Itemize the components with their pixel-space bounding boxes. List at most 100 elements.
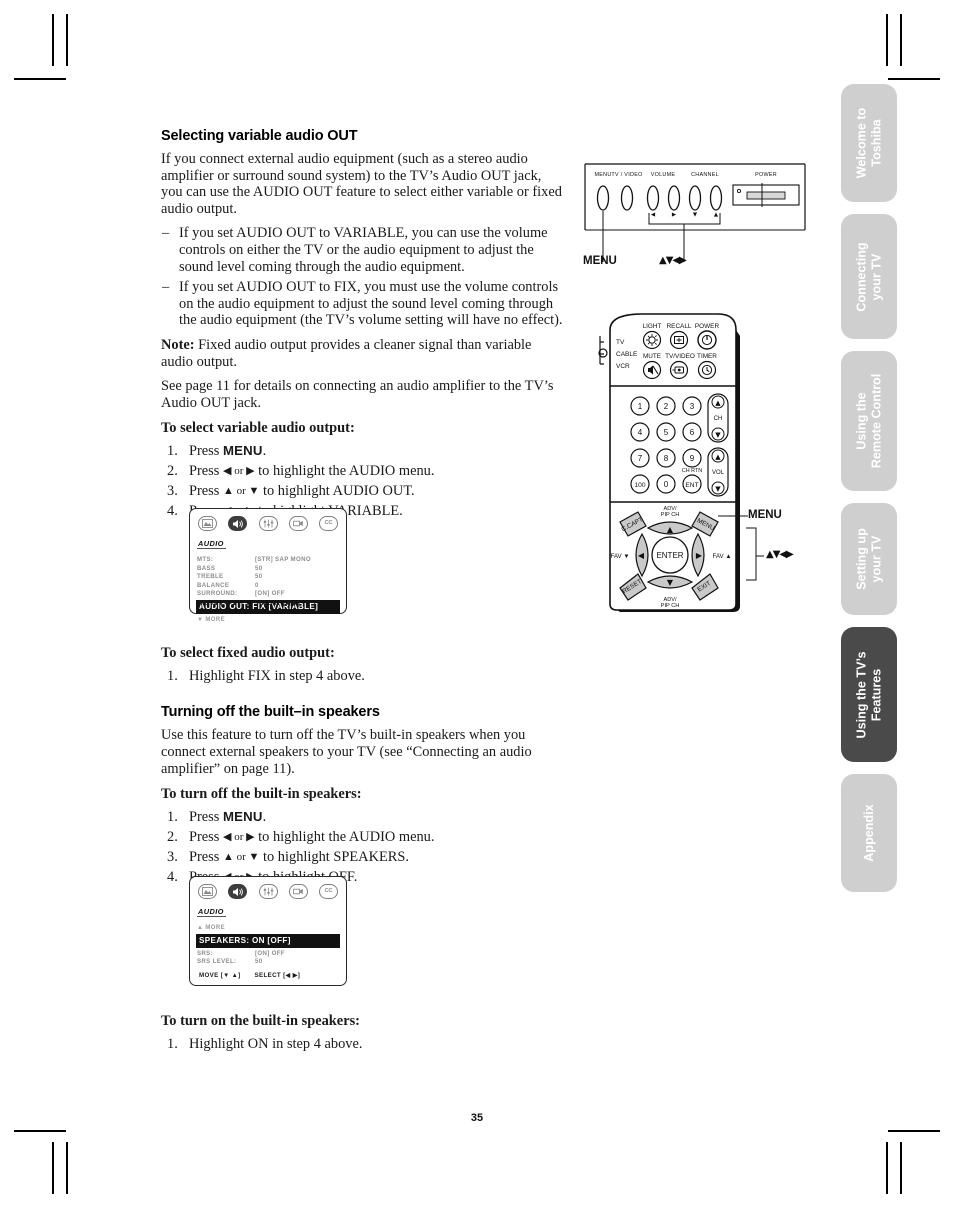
svg-text:1: 1 (638, 402, 643, 411)
step-item: 2. Press ◀ or ▶ to highlight the AUDIO me… (161, 827, 565, 847)
sidebar-tab-connecting[interactable]: Connecting your TV (841, 214, 897, 339)
osd-title: AUDIO (197, 907, 226, 917)
svg-text:PIP CH: PIP CH (661, 512, 680, 518)
tv-panel-arrows-callout: ▲▼◀▶ (659, 255, 687, 266)
osd-row-label: SURROUND: (197, 590, 238, 598)
setup-icon[interactable] (288, 516, 308, 531)
svg-text:▲: ▲ (667, 525, 674, 534)
settings-icon[interactable] (258, 884, 278, 899)
svg-text:PIP CH: PIP CH (661, 603, 680, 609)
osd-row-value: 50 (255, 573, 263, 581)
section-heading-variable-audio: Selecting variable audio OUT (161, 128, 358, 144)
svg-text:TIMER: TIMER (697, 353, 717, 360)
crop-mark-tl-v2 (66, 14, 68, 66)
step-text-after: to highlight SPEAKERS. (259, 849, 409, 866)
tab-line-2: Toshiba (869, 119, 883, 167)
sidebar-tab-label: Connecting your TV (855, 242, 884, 311)
crop-mark-tl-v (52, 14, 54, 66)
tv-panel-menu-callout: MENU (583, 255, 617, 267)
section-heading-speakers: Turning off the built–in speakers (161, 704, 380, 721)
svg-text:▶: ▶ (696, 551, 703, 560)
osd-row-label: BASS (197, 564, 216, 572)
svg-text:ENT: ENT (685, 482, 698, 489)
sidebar-tab-remote-control[interactable]: Using the Remote Control (841, 351, 897, 491)
osd-row[interactable]: MTS: [STR] SAP MONO (196, 556, 340, 565)
osd-row[interactable]: SURROUND: [ON] OFF (196, 590, 340, 599)
closed-caption-icon[interactable]: CC (319, 516, 338, 531)
step-item: 2. Press ◀ or ▶ to highlight the AUDIO me… (161, 461, 565, 481)
step-number: 1. (167, 443, 178, 460)
setup-icon[interactable] (288, 884, 308, 899)
step-number: 1. (167, 809, 178, 826)
svg-text:POWER: POWER (695, 323, 720, 330)
svg-text:0: 0 (664, 480, 669, 489)
step-item: 1. Highlight FIX in step 4 above. (161, 666, 565, 686)
svg-text:CABLE: CABLE (616, 351, 638, 358)
sidebar-tab-appendix[interactable]: Appendix (841, 774, 897, 892)
svg-text:9: 9 (690, 454, 695, 463)
procedure-heading-fixed-audio: To select fixed audio output: (161, 645, 335, 662)
step-number: 1. (167, 668, 178, 685)
bullet-item: – If you set AUDIO OUT to FIX, you must … (161, 279, 565, 329)
step-text-pre: Press (189, 443, 223, 460)
osd-row-label: MTS: (197, 556, 214, 563)
svg-text:FAV ▼: FAV ▼ (610, 553, 629, 560)
step-item: 1. Press MENU. (161, 441, 565, 461)
note-text: Fixed audio output provides a cleaner si… (161, 336, 532, 370)
osd-row[interactable]: BALANCE 0 (196, 582, 340, 591)
step-text-pre: Press (189, 809, 223, 826)
svg-text:RECALL: RECALL (667, 323, 692, 330)
osd-row-list: ▲ MORE SPEAKERS: ON [OFF] SRS: [ON] OFF … (196, 924, 340, 967)
svg-text:8: 8 (664, 454, 669, 463)
osd-more-indicator[interactable]: ▼ MORE (196, 616, 340, 625)
osd-row[interactable]: TREBLE 50 (196, 573, 340, 582)
audio-icon[interactable] (228, 884, 248, 899)
step-text-post: . (262, 809, 267, 826)
audio-icon[interactable] (228, 516, 248, 531)
picture-icon[interactable] (198, 884, 217, 899)
svg-text:TV: TV (616, 339, 625, 346)
crop-mark-tr-v2 (886, 14, 888, 66)
sidebar-tab-tv-features[interactable]: Using the TV’s Features (841, 627, 897, 762)
tab-line-1: Appendix (861, 804, 876, 862)
sidebar-tab-setting-up[interactable]: Setting up your TV (841, 503, 897, 615)
sidebar-tab-label: Appendix (862, 804, 877, 861)
settings-icon[interactable] (258, 516, 278, 531)
variable-audio-bullets: – If you set AUDIO OUT to VARIABLE, you … (161, 225, 565, 329)
section-tabs: Welcome to Toshiba Connecting your TV Us… (841, 84, 897, 904)
picture-icon[interactable] (198, 516, 217, 531)
svg-text:▲: ▲ (714, 212, 719, 218)
menu-key-label: MENU (222, 443, 263, 459)
osd-row-value: 50 (255, 958, 263, 966)
tab-line-1: Connecting (854, 241, 869, 312)
svg-text:◀: ◀ (638, 551, 645, 560)
osd-row[interactable]: SRS: [ON] OFF (196, 950, 340, 959)
bullet-item: – If you set AUDIO OUT to VARIABLE, you … (161, 225, 565, 275)
osd-highlighted-row[interactable]: SPEAKERS: ON [OFF] (196, 934, 340, 949)
osd-row-list: MTS: [STR] SAP MONO BASS 50 TREBLE 50 BA… (196, 556, 340, 625)
tab-line-1: Setting up (854, 528, 869, 590)
crop-mark-br-v (900, 1142, 902, 1194)
sidebar-tab-label: Setting up your TV (855, 528, 884, 590)
osd-row-label: TREBLE (197, 573, 224, 581)
see-also-paragraph: See page 11 for details on connecting an… (161, 378, 554, 411)
closed-caption-icon[interactable]: CC (319, 884, 338, 899)
sidebar-tab-welcome[interactable]: Welcome to Toshiba (841, 84, 897, 202)
svg-text:CHANNEL: CHANNEL (691, 172, 719, 178)
sidebar-tab-label: Using the Remote Control (855, 374, 884, 468)
tab-line-1: Using the (854, 392, 869, 450)
osd-row-label: SRS LEVEL: (197, 958, 237, 966)
remote-arrows-callout: ▲▼◀▶ (766, 549, 794, 560)
step-number: 3. (167, 483, 178, 500)
arrow-glyphs: ◀ or ▶ (222, 831, 255, 844)
osd-row[interactable]: SRS LEVEL: 50 (196, 958, 340, 967)
osd-more-indicator[interactable]: ▲ MORE (196, 924, 340, 933)
svg-text:FAV ▲: FAV ▲ (712, 553, 731, 560)
step-text-before: Press (189, 829, 223, 846)
menu-key-label: MENU (222, 809, 263, 825)
osd-footer-select: SELECT [◀ ▶] (254, 600, 301, 607)
osd-row[interactable]: BASS 50 (196, 565, 340, 574)
svg-text:▼: ▼ (667, 578, 674, 587)
step-text-after: to highlight AUDIO OUT. (259, 483, 415, 500)
svg-text:▶: ▶ (672, 212, 677, 218)
